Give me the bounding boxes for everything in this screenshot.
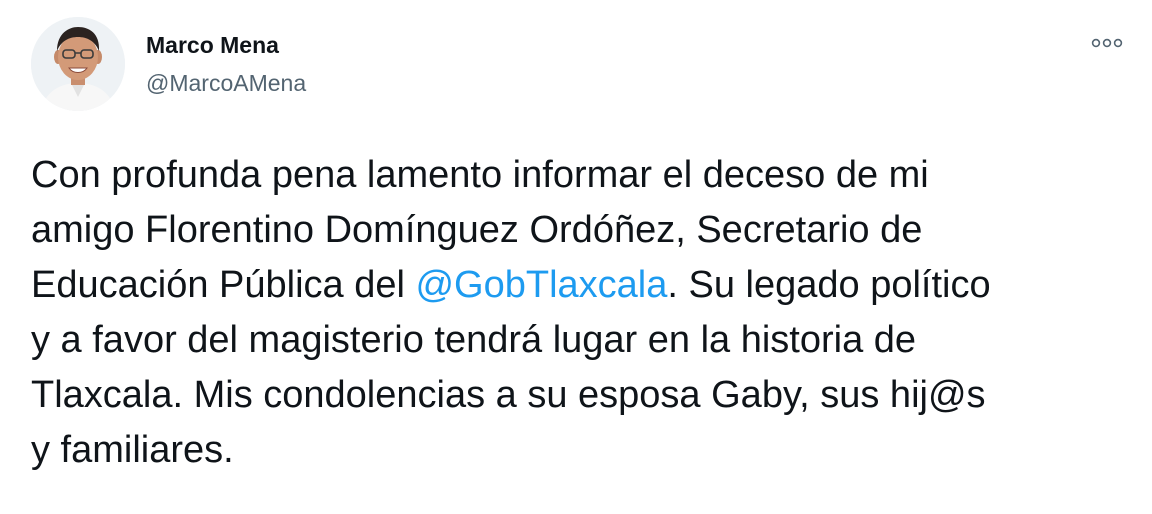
avatar-image [31, 17, 125, 111]
tweet-text-segment: . Su legado político [667, 264, 991, 306]
tweet-text-line: amigo Florentino Domínguez Ordóñez, Secr… [31, 209, 923, 251]
author-block: Marco Mena @MarcoAMena [146, 31, 306, 97]
tweet-text-line: y familiares. [31, 429, 234, 471]
tweet-text-segment: Educación Pública del [31, 264, 416, 306]
more-horizontal-icon [1091, 38, 1123, 48]
tweet-text-line: Con profunda pena lamento informar el de… [31, 154, 929, 196]
tweet-card: Marco Mena @MarcoAMena Con profunda pena… [0, 0, 1152, 514]
tweet-text-line: Educación Pública del @GobTlaxcala. Su l… [31, 258, 1131, 313]
author-name[interactable]: Marco Mena [146, 31, 306, 59]
tweet-text-line: y a favor del magisterio tendrá lugar en… [31, 319, 917, 361]
author-handle[interactable]: @MarcoAMena [146, 69, 306, 97]
mention-link[interactable]: @GobTlaxcala [415, 264, 667, 306]
more-options-button[interactable] [1084, 28, 1130, 58]
tweet-text-line: Tlaxcala. Mis condolencias a su esposa G… [31, 374, 986, 416]
tweet-text: Con profunda pena lamento informar el de… [31, 148, 1131, 478]
avatar[interactable] [31, 17, 125, 111]
